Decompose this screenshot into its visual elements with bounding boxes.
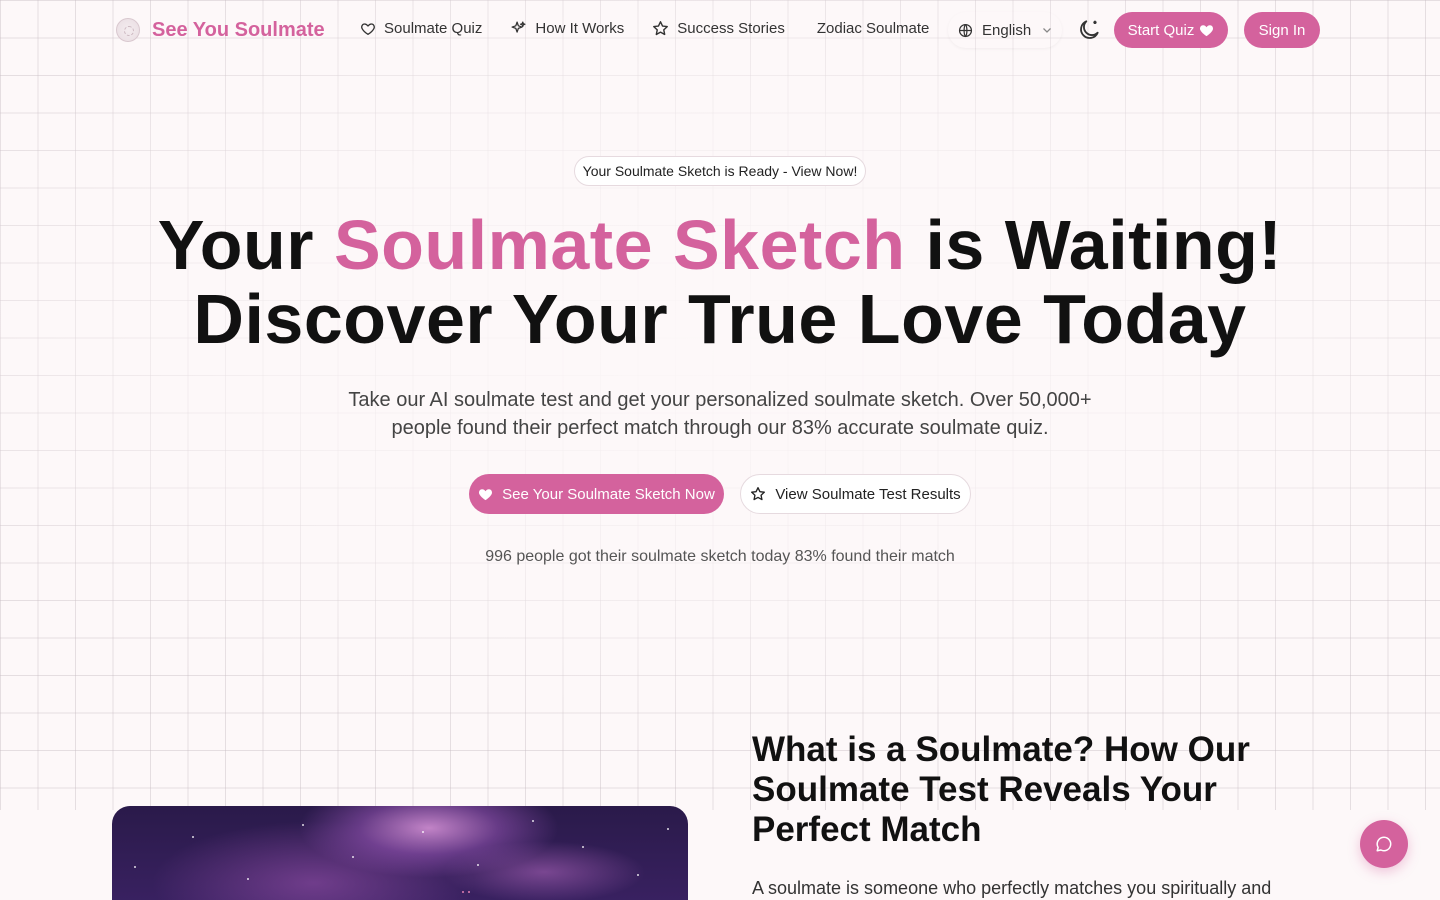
sign-in-button[interactable]: Sign In	[1244, 12, 1320, 48]
nav-soulmate-quiz[interactable]: Soulmate Quiz	[360, 20, 482, 37]
heart-outline-icon	[361, 22, 375, 35]
see-sketch-label: See Your Soulmate Sketch Now	[502, 485, 715, 503]
nav-label: How It Works	[535, 20, 625, 37]
star-dot	[422, 831, 424, 833]
star-dot	[582, 846, 584, 848]
language-label: English	[982, 21, 1032, 39]
hero-title: Your Soulmate Sketch is Waiting! Discove…	[0, 208, 1440, 356]
star-dot	[352, 856, 354, 858]
heart-filled-icon	[479, 488, 493, 500]
star-dot	[247, 878, 249, 880]
language-selector[interactable]: English	[948, 12, 1062, 48]
star-outline-icon	[653, 21, 669, 36]
announcement-badge[interactable]: Your Soulmate Sketch is Ready - View Now…	[574, 156, 866, 186]
star-dot	[134, 866, 136, 868]
chat-button[interactable]	[1360, 820, 1408, 868]
sign-in-label: Sign In	[1258, 21, 1306, 39]
section-title: What is a Soulmate? How Our Soulmate Tes…	[752, 730, 1250, 849]
moon-icon	[1080, 20, 1099, 39]
theme-toggle[interactable]	[1076, 17, 1102, 48]
nav-how-it-works[interactable]: How It Works	[510, 20, 624, 37]
star-dot	[462, 891, 464, 893]
hero-subtitle: Take our AI soulmate test and get your p…	[330, 386, 1110, 442]
start-quiz-label: Start Quiz	[1127, 21, 1195, 39]
nav-zodiac-soulmate[interactable]: Zodiac Soulmate	[817, 20, 930, 37]
globe-icon	[958, 23, 973, 37]
hero-title-highlight: Soulmate Sketch	[333, 206, 906, 284]
hero-title-part2: is Waiting!	[905, 206, 1283, 284]
logo-icon	[116, 18, 140, 42]
site-header: See You Soulmate Soulmate Quiz How It Wo…	[0, 0, 1440, 60]
view-results-label: View Soulmate Test Results	[775, 485, 961, 503]
heart-filled-icon	[1200, 24, 1214, 36]
hero-subtitle-line2: people found their perfect match through…	[391, 417, 1049, 439]
star-dot	[477, 864, 479, 866]
hero-stats: 996 people got their soulmate sketch tod…	[485, 548, 955, 565]
star-outline-icon	[751, 487, 766, 501]
start-quiz-button[interactable]: Start Quiz	[1114, 12, 1228, 48]
chevron-down-icon	[1043, 28, 1052, 33]
nav-label: Success Stories	[677, 20, 785, 37]
view-results-button[interactable]: View Soulmate Test Results	[740, 474, 971, 514]
section-body: A soulmate is someone who perfectly matc…	[752, 878, 1272, 898]
star-dot	[468, 891, 470, 893]
star-dot	[192, 836, 194, 838]
brand-name: See You Soulmate	[152, 18, 325, 41]
nav-success-stories[interactable]: Success Stories	[652, 20, 785, 37]
galaxy-image	[112, 806, 688, 900]
star-dot	[667, 828, 669, 830]
brand-logo[interactable]: See You Soulmate	[116, 18, 325, 42]
see-sketch-button[interactable]: See Your Soulmate Sketch Now	[469, 474, 724, 514]
hero-title-part1: Your	[157, 206, 334, 284]
nav-label: Soulmate Quiz	[384, 20, 483, 37]
sparkles-icon	[511, 21, 526, 33]
star-dot	[532, 820, 534, 822]
main-nav: Soulmate Quiz How It Works Success Stori…	[360, 20, 957, 37]
hero-subtitle-line1: Take our AI soulmate test and get your p…	[348, 389, 1092, 411]
chat-bubble-icon	[1376, 836, 1392, 852]
star-dot	[637, 874, 639, 876]
nav-label: Zodiac Soulmate	[816, 20, 930, 37]
hero-title-line2: Discover Your True Love Today	[193, 280, 1247, 358]
badge-text: Your Soulmate Sketch is Ready - View Now…	[582, 163, 858, 179]
star-dot	[302, 824, 304, 826]
